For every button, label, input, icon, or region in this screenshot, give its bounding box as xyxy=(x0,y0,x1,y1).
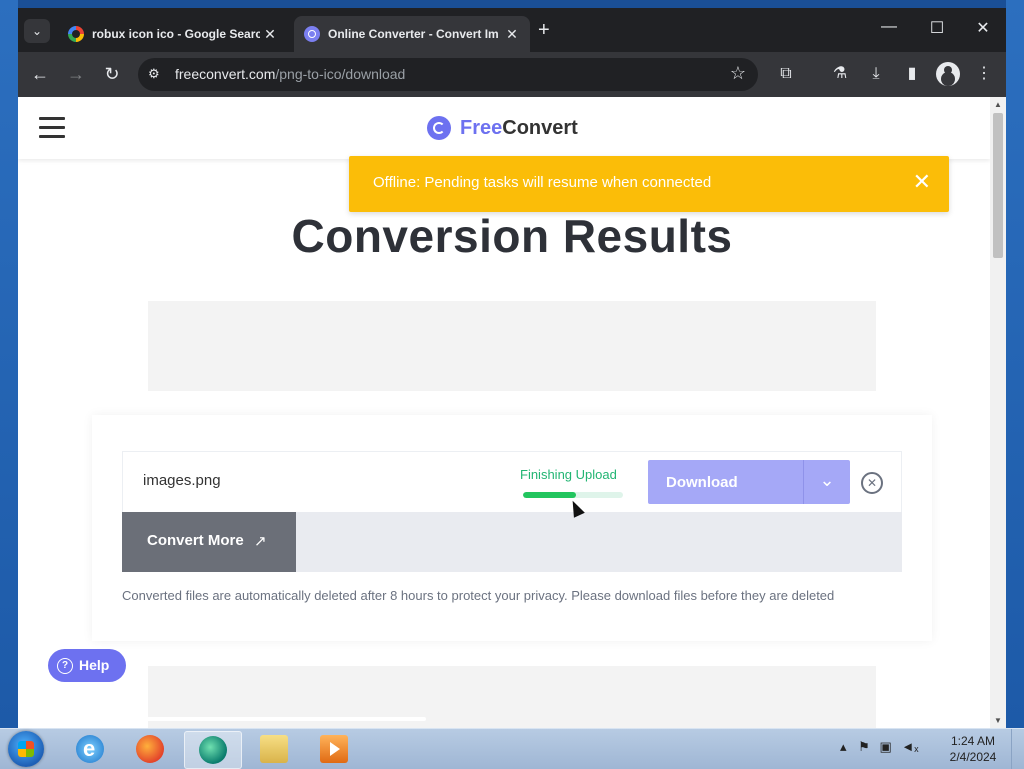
toast-message: Offline: Pending tasks will resume when … xyxy=(373,174,712,191)
internet-explorer-icon xyxy=(76,735,104,763)
folder-icon xyxy=(260,735,288,763)
scrollbar-thumb[interactable] xyxy=(993,113,1003,258)
logo-text-convert: Convert xyxy=(502,116,578,139)
page-viewport: Free Convert Conversion Results images.pn… xyxy=(18,97,990,728)
taskbar-firefox[interactable] xyxy=(122,731,178,767)
extensions-icon[interactable]: ⧉ xyxy=(774,62,798,86)
privacy-notice: Converted files are automatically delete… xyxy=(122,588,835,603)
media-player-icon xyxy=(320,735,348,763)
labs-flask-icon[interactable]: ⚗ xyxy=(828,62,852,86)
scroll-down-icon[interactable]: ▼ xyxy=(994,716,1002,725)
help-label: Help xyxy=(79,657,110,673)
taskbar-file-explorer[interactable] xyxy=(246,731,302,767)
logo-text-free: Free xyxy=(460,116,503,139)
windows-taskbar: ▴ ⚑ ▣ ◄ₓ 1:24 AM 2/4/2024 xyxy=(0,728,1024,769)
bookmark-star-icon[interactable]: ☆ xyxy=(730,63,746,84)
remove-file-icon[interactable]: ✕ xyxy=(861,472,883,494)
show-hidden-icons-icon[interactable]: ▴ xyxy=(840,739,847,754)
taskbar-media-player[interactable] xyxy=(306,731,362,767)
chevron-down-icon[interactable]: ⌄ xyxy=(815,470,839,494)
forward-arrow-icon[interactable]: → xyxy=(64,62,88,86)
minimize-icon[interactable]: — xyxy=(866,18,912,36)
tab-title: robux icon ico - Google Search xyxy=(92,27,260,41)
show-desktop-button[interactable] xyxy=(1011,729,1024,769)
upload-progress-bar xyxy=(523,492,623,498)
freeconvert-favicon-icon xyxy=(304,26,320,42)
tab-close-icon[interactable]: ✕ xyxy=(502,26,522,43)
desktop-wallpaper-left xyxy=(0,0,18,728)
flag-icon[interactable]: ⚑ xyxy=(858,739,870,754)
kebab-menu-icon[interactable]: ⋮ xyxy=(972,62,996,86)
hamburger-menu-icon[interactable] xyxy=(39,117,65,138)
site-settings-icon[interactable]: ⚙ xyxy=(148,66,164,82)
tab-search-button[interactable]: ⌄ xyxy=(24,19,50,43)
url-text[interactable]: freeconvert.com/png-to-ico/download xyxy=(175,66,405,82)
clock-time: 1:24 AM xyxy=(950,734,996,748)
address-bar[interactable]: ⚙ freeconvert.com/png-to-ico/download ☆ xyxy=(138,58,758,91)
vertical-scrollbar[interactable]: ▲ ▼ xyxy=(990,97,1006,728)
system-tray[interactable]: ▴ ⚑ ▣ ◄ₓ xyxy=(840,739,919,755)
download-button[interactable]: Download ⌄ xyxy=(648,460,850,504)
google-favicon-icon xyxy=(68,26,84,42)
clock-date: 2/4/2024 xyxy=(949,750,997,764)
desktop-wallpaper-right xyxy=(1006,0,1024,728)
ad-placeholder-top xyxy=(148,301,876,391)
site-header: Free Convert xyxy=(18,97,990,159)
help-button[interactable]: ? Help xyxy=(48,649,126,682)
tab-google-search[interactable]: robux icon ico - Google Search ✕ xyxy=(58,16,288,52)
taskbar-edge[interactable] xyxy=(184,731,242,769)
toast-close-icon[interactable]: ✕ xyxy=(913,170,931,194)
file-row: images.png Finishing Upload Download ⌄ ✕ xyxy=(122,451,902,513)
external-link-icon: ↗ xyxy=(254,533,267,550)
convert-more-button[interactable]: Convert More ↗ xyxy=(122,512,296,572)
back-arrow-icon[interactable]: ← xyxy=(28,62,52,86)
upload-status: Finishing Upload xyxy=(520,467,617,482)
edge-icon xyxy=(199,736,227,764)
maximize-icon[interactable]: ☐ xyxy=(914,18,960,38)
start-button[interactable] xyxy=(8,731,44,767)
upload-progress-fill xyxy=(523,492,576,498)
freeconvert-logo[interactable]: Free Convert xyxy=(427,116,578,140)
convert-more-label: Convert More xyxy=(147,532,244,549)
tab-strip: ⌄ robux icon ico - Google Search ✕ Onlin… xyxy=(18,8,1006,52)
horizontal-scrollbar-thumb[interactable] xyxy=(50,717,426,721)
download-icon[interactable]: ⤓ xyxy=(864,62,888,86)
volume-muted-icon[interactable]: ◄ₓ xyxy=(901,739,918,754)
taskbar-internet-explorer[interactable] xyxy=(62,731,118,767)
page-title: Conversion Results xyxy=(291,210,733,262)
reload-icon[interactable]: ↻ xyxy=(100,62,124,86)
question-mark-icon: ? xyxy=(57,658,73,674)
tab-online-converter[interactable]: Online Converter - Convert Im ✕ xyxy=(294,16,530,52)
file-name: images.png xyxy=(143,472,221,489)
firefox-icon xyxy=(136,735,164,763)
convert-more-bar: Convert More ↗ xyxy=(122,512,902,572)
results-card: images.png Finishing Upload Download ⌄ ✕… xyxy=(92,415,932,641)
new-tab-button[interactable]: + xyxy=(538,20,550,40)
download-divider xyxy=(803,460,804,504)
logo-mark-icon xyxy=(427,116,451,140)
download-label: Download xyxy=(666,474,738,491)
offline-toast: Offline: Pending tasks will resume when … xyxy=(349,156,949,212)
network-icon[interactable]: ▣ xyxy=(879,739,891,754)
browser-window: ⌄ robux icon ico - Google Search ✕ Onlin… xyxy=(18,8,1006,728)
scroll-up-icon[interactable]: ▲ xyxy=(994,100,1002,109)
side-panel-icon[interactable]: ▮ xyxy=(900,62,924,86)
tab-close-icon[interactable]: ✕ xyxy=(260,26,280,43)
profile-avatar-icon[interactable] xyxy=(936,62,960,86)
tab-title: Online Converter - Convert Im xyxy=(328,27,499,41)
window-close-icon[interactable]: ✕ xyxy=(960,18,1006,38)
system-clock[interactable]: 1:24 AM 2/4/2024 xyxy=(945,733,1001,765)
browser-toolbar: ← → ↻ ⚙ freeconvert.com/png-to-ico/downl… xyxy=(18,52,1006,97)
